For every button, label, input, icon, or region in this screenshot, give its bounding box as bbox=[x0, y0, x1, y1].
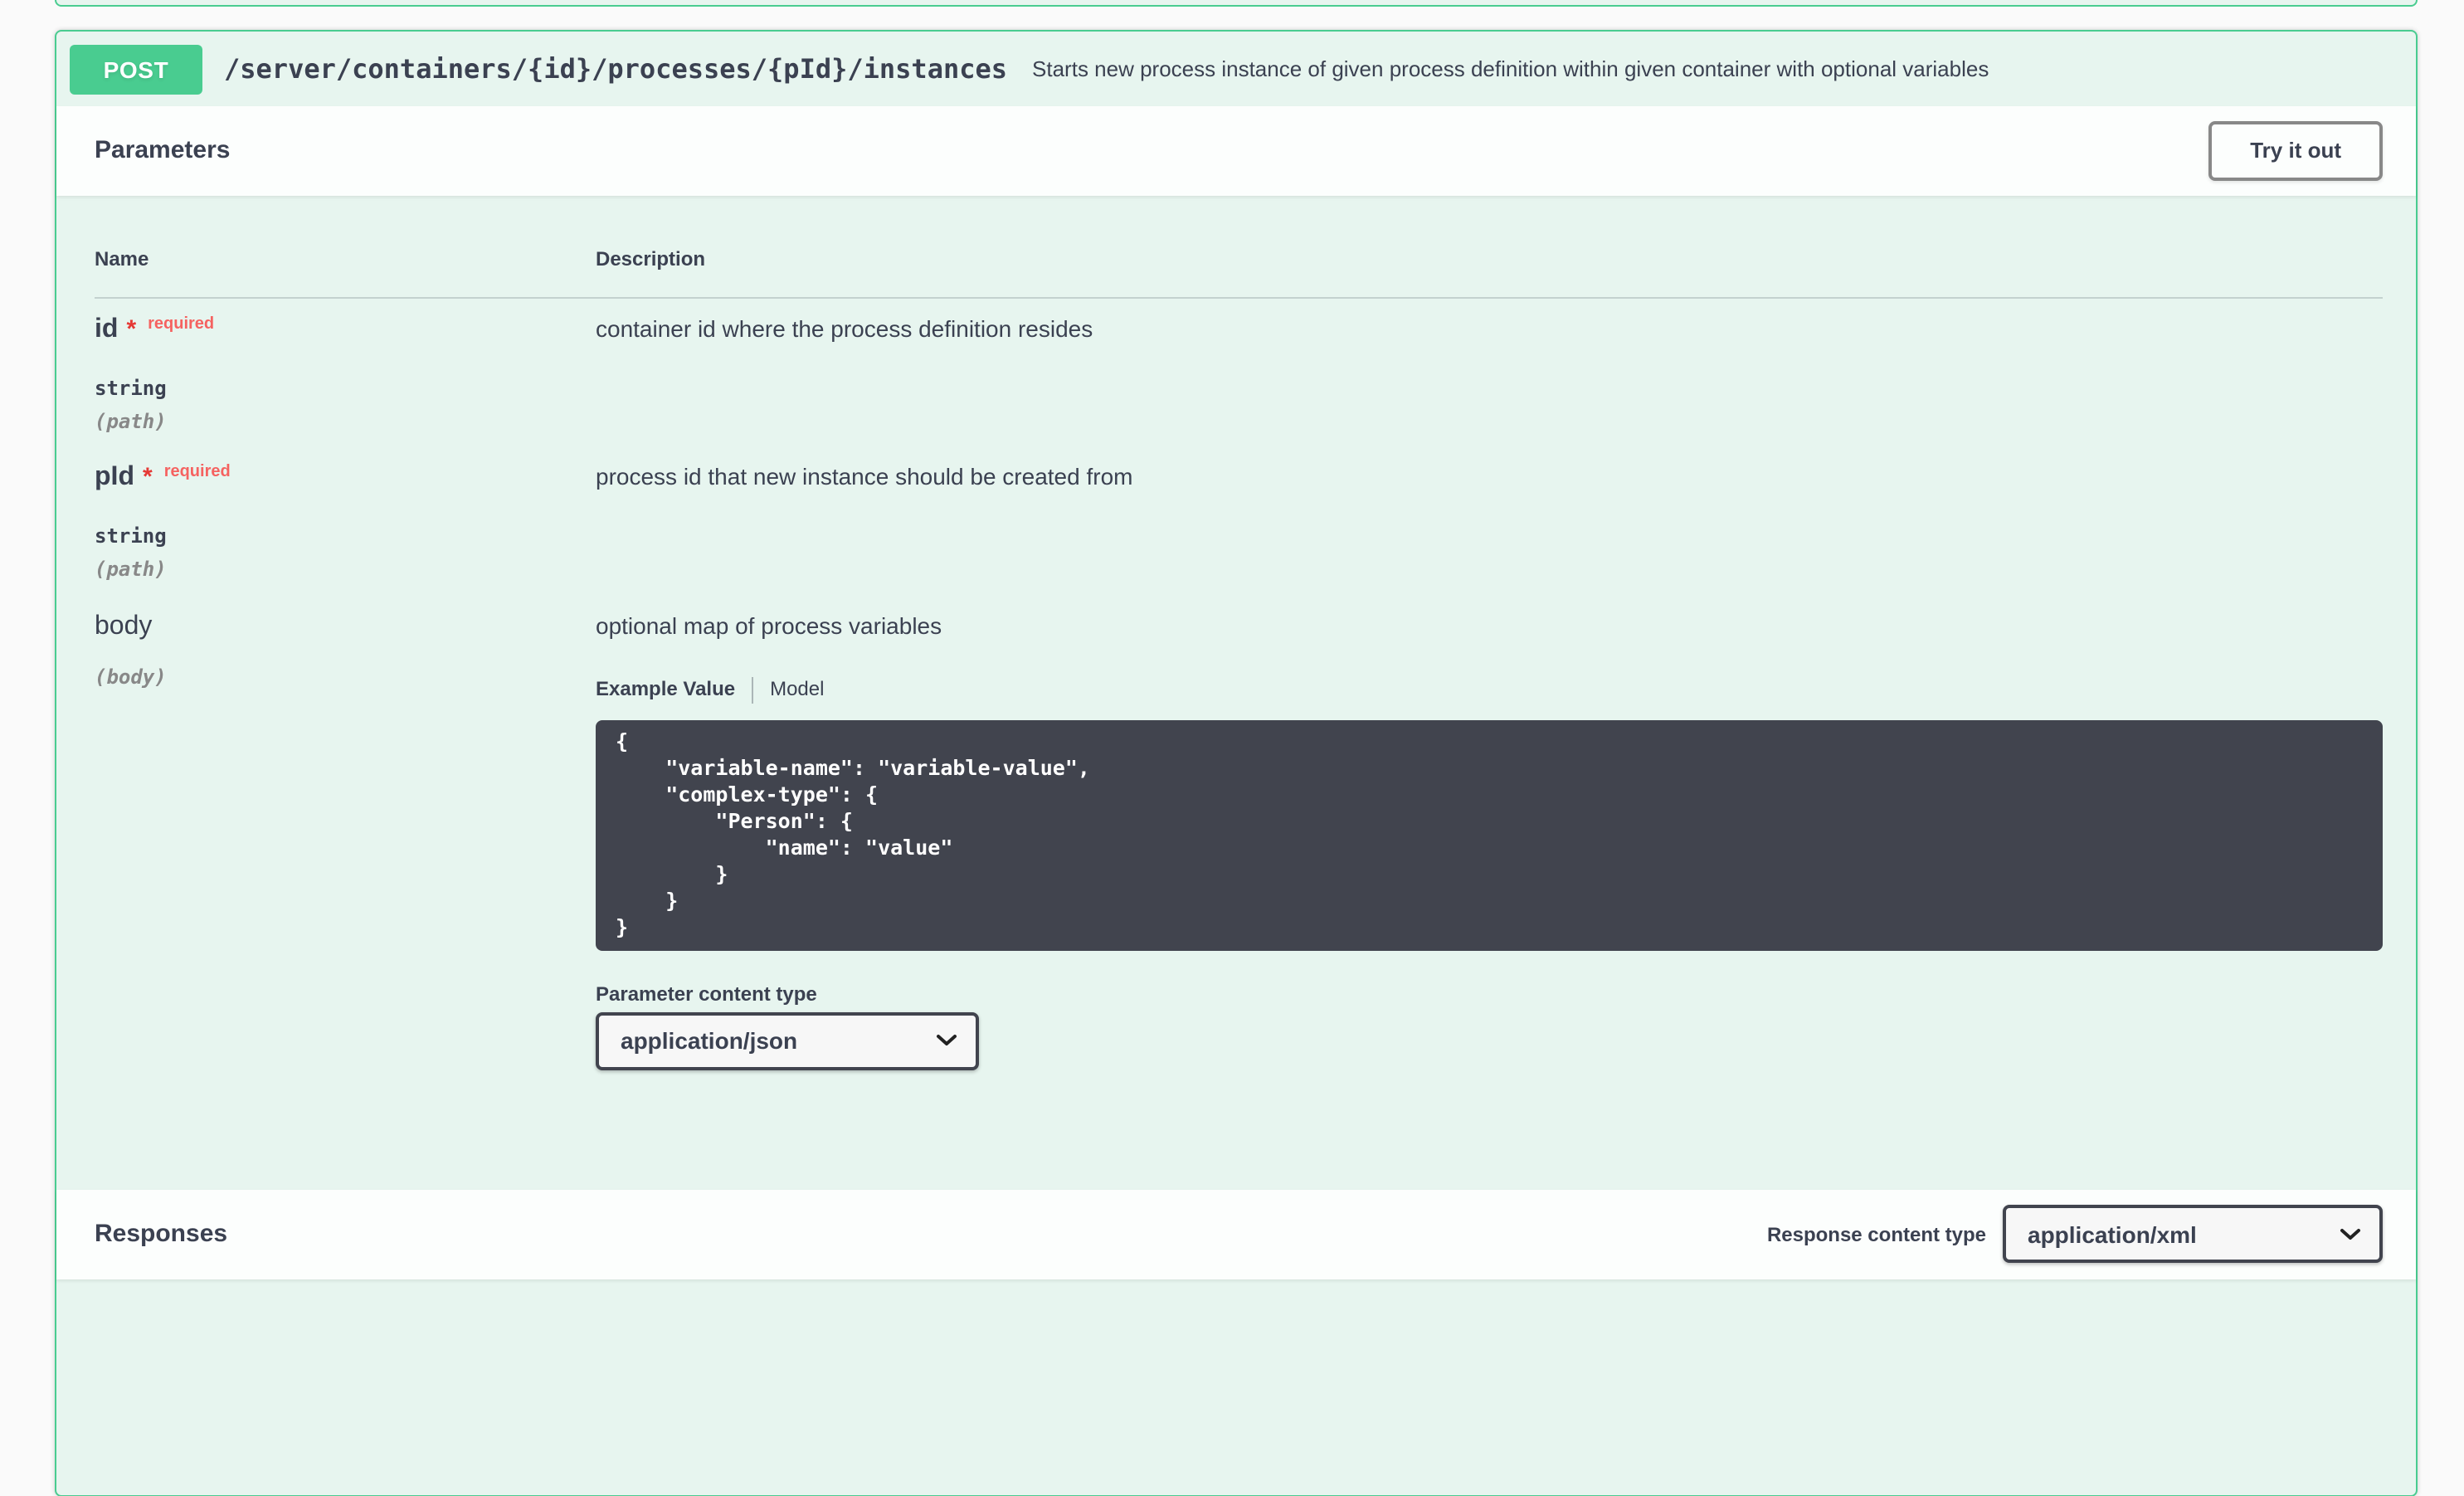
table-header-row: Name Description bbox=[95, 195, 2383, 298]
response-content-type-value: application/xml bbox=[2028, 1221, 2197, 1248]
responses-body bbox=[56, 1279, 2416, 1494]
required-asterisk: * bbox=[143, 462, 153, 490]
param-row-id: id * required string (path) container id w… bbox=[95, 298, 2383, 434]
tab-divider bbox=[752, 676, 754, 703]
parameter-content-type-select[interactable]: application/json bbox=[596, 1011, 979, 1070]
param-name-body: body bbox=[95, 612, 153, 640]
param-location-id: (path) bbox=[95, 409, 167, 432]
chevron-down-icon bbox=[2340, 1228, 2360, 1240]
required-label: required bbox=[148, 314, 215, 333]
response-content-type-group: Response content type application/xml bbox=[1766, 1205, 2383, 1264]
parameters-title: Parameters bbox=[95, 136, 231, 165]
endpoint-description: Starts new process instance of given pro… bbox=[1032, 56, 1989, 81]
example-json-block: { "variable-name": "variable-value", "co… bbox=[596, 719, 2383, 950]
param-type-pid: string bbox=[95, 524, 167, 547]
endpoint-path: /server/containers/{id}/processes/{pId}/… bbox=[224, 53, 1008, 85]
param-name-id: id bbox=[95, 314, 119, 343]
response-content-type-label: Response content type bbox=[1766, 1222, 1986, 1246]
tab-example-value[interactable]: Example Value bbox=[596, 677, 735, 702]
parameter-content-type-label: Parameter content type bbox=[596, 982, 817, 1005]
param-description-body: optional map of process variables bbox=[596, 612, 942, 638]
required-asterisk: * bbox=[126, 314, 137, 343]
param-row-body: body (body) optional map of process vari… bbox=[95, 582, 2383, 1070]
column-header-name: Name bbox=[95, 246, 149, 270]
parameter-content-type-value: application/json bbox=[621, 1027, 798, 1054]
param-description-pid: process id that new instance should be c… bbox=[596, 462, 1133, 489]
endpoint-summary[interactable]: POST /server/containers/{id}/processes/{… bbox=[56, 32, 2416, 106]
example-json-code: { "variable-name": "variable-value", "co… bbox=[616, 728, 1090, 938]
param-location-pid: (path) bbox=[95, 557, 167, 580]
param-type-id: string bbox=[95, 376, 167, 399]
parameters-bottom-spacer bbox=[95, 1070, 2383, 1190]
param-location-body: (body) bbox=[95, 665, 167, 688]
param-description-id: container id where the process definitio… bbox=[596, 314, 1093, 341]
responses-title: Responses bbox=[95, 1220, 228, 1249]
required-label: required bbox=[163, 462, 231, 480]
parameters-header: Parameters Try it out bbox=[56, 106, 2416, 195]
parameters-table: Name Description id * required string (pat… bbox=[56, 195, 2416, 1190]
response-content-type-select[interactable]: application/xml bbox=[2003, 1205, 2383, 1264]
previous-endpoint-card-edge bbox=[55, 0, 2418, 7]
param-name-pid: pId bbox=[95, 462, 134, 490]
endpoint-card: POST /server/containers/{id}/processes/{… bbox=[55, 30, 2418, 1496]
body-editor-tabs: Example Value Model bbox=[596, 675, 2383, 704]
chevron-down-icon bbox=[937, 1035, 957, 1045]
method-badge: POST bbox=[70, 44, 202, 94]
param-row-pid: pId * required string (path) process id th… bbox=[95, 434, 2383, 582]
column-header-description: Description bbox=[596, 246, 706, 270]
page: POST /server/containers/{id}/processes/{… bbox=[0, 0, 2464, 1496]
try-it-out-button[interactable]: Try it out bbox=[2208, 121, 2383, 180]
responses-header: Responses Response content type applicat… bbox=[56, 1190, 2416, 1279]
tab-model[interactable]: Model bbox=[770, 677, 824, 702]
